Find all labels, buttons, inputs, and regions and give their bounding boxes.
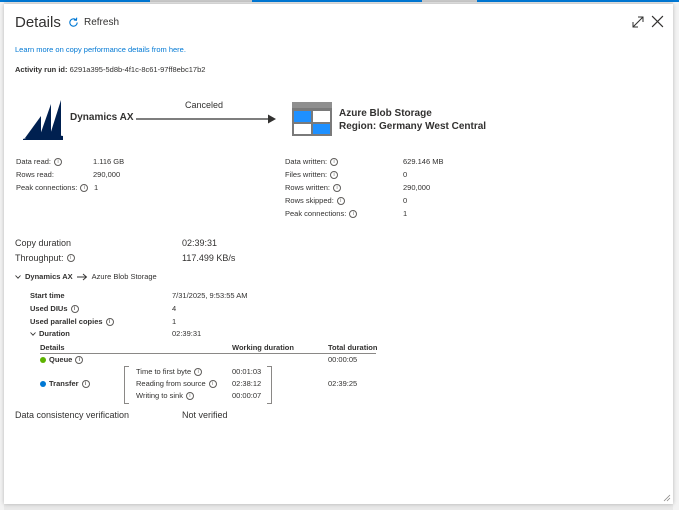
info-icon[interactable]: i (349, 209, 358, 218)
used-dius-label: Used DIUs i (30, 304, 79, 313)
table-header-working-duration: Working duration (232, 343, 294, 352)
writing-to-sink-value: 00:00:07 (232, 391, 262, 400)
chevron-down-icon (30, 331, 36, 336)
table-header-details: Details (40, 343, 65, 352)
info-icon[interactable]: i (80, 183, 89, 192)
source-name: Dynamics AX (70, 112, 134, 123)
refresh-label: Refresh (84, 17, 120, 28)
time-to-first-byte-label: Time to first byte i (136, 367, 203, 376)
info-icon[interactable]: i (336, 196, 345, 205)
stat-data-read-value: 1.116 GB (93, 157, 125, 166)
start-time-label: Start time (30, 291, 65, 300)
stat-rows-read-value: 290,000 (93, 170, 121, 179)
parallel-copies-value: 1 (172, 317, 177, 326)
data-consistency-label: Data consistency verification (15, 410, 130, 420)
transfer-row-label: Transfer i (40, 379, 90, 388)
stat-data-read: Data read: i (16, 157, 63, 166)
stat-rows-skipped: Rows skipped: i (285, 196, 345, 205)
queue-row-label: Queue i (40, 355, 84, 364)
throughput-value: 117.499 KB/s (182, 253, 236, 263)
queue-status-icon (40, 356, 46, 363)
info-icon[interactable]: i (81, 379, 90, 388)
info-icon[interactable]: i (333, 183, 342, 192)
info-icon[interactable]: i (54, 157, 63, 166)
info-icon[interactable]: i (66, 254, 75, 262)
transfer-bracket-right (267, 366, 272, 404)
table-header-total-duration: Total duration (328, 343, 378, 352)
section-source: Dynamics AX (25, 272, 73, 281)
info-icon[interactable]: i (330, 157, 339, 166)
stat-files-written-value: 0 (403, 170, 408, 179)
run-id-value: 6291a395-5d8b-4f1c-8c61-97ff8ebc17b2 (69, 65, 206, 74)
blob-storage-icon (292, 102, 332, 136)
run-id-label: Activity run id: (15, 65, 68, 74)
refresh-button[interactable]: Refresh (68, 17, 119, 28)
section-sink: Azure Blob Storage (91, 272, 157, 281)
activity-run-id: Activity run id: 6291a395-5d8b-4f1c-8c61… (15, 65, 205, 74)
info-icon[interactable]: i (185, 391, 194, 400)
dynamics-ax-logo (23, 100, 63, 140)
duration-value: 02:39:31 (172, 329, 202, 338)
stat-source-peak-connections: Peak connections: i (16, 183, 89, 192)
transfer-bracket-left (124, 366, 129, 404)
info-icon[interactable]: i (208, 379, 217, 388)
duration-toggle[interactable]: Duration (30, 329, 70, 338)
resize-grip-icon[interactable] (663, 494, 671, 502)
start-time-value: 7/31/2025, 9:53:55 AM (172, 291, 248, 300)
writing-to-sink-label: Writing to sink i (136, 391, 194, 400)
close-icon[interactable] (651, 15, 664, 28)
info-icon[interactable]: i (70, 304, 79, 313)
used-dius-value: 4 (172, 304, 177, 313)
data-consistency-value: Not verified (182, 410, 228, 420)
activity-section-toggle[interactable]: Dynamics AX Azure Blob Storage (15, 272, 157, 281)
stat-rows-written-value: 290,000 (403, 183, 431, 192)
learn-more-link[interactable]: Learn more on copy performance details f… (15, 45, 186, 54)
top-accent-bar (0, 0, 679, 2)
arrow-right-icon (76, 273, 87, 280)
parallel-copies-label: Used parallel copies i (30, 317, 114, 326)
info-icon[interactable]: i (330, 170, 339, 179)
stat-rows-skipped-value: 0 (403, 196, 408, 205)
sink-region: Region: Germany West Central (339, 121, 487, 132)
stat-source-peak-connections-value: 1 (94, 183, 99, 192)
stat-data-written-value: 629.146 MB (403, 157, 444, 166)
chevron-down-icon (15, 274, 21, 279)
throughput-label: Throughput: i (15, 253, 75, 263)
table-divider (40, 353, 376, 354)
time-to-first-byte-value: 00:01:03 (232, 367, 262, 376)
info-icon[interactable]: i (105, 317, 114, 326)
copy-duration-label: Copy duration (15, 238, 72, 248)
stat-sink-peak-connections-value: 1 (403, 209, 408, 218)
details-panel: Details Refresh Learn more on copy perfo… (4, 4, 673, 504)
panel-title: Details (15, 14, 61, 31)
stat-rows-read: Rows read: (16, 170, 54, 179)
transfer-status-icon (40, 380, 46, 387)
sink-info: Azure Blob Storage Region: Germany West … (339, 107, 486, 133)
reading-from-source-value: 02:38:12 (232, 379, 262, 388)
stat-rows-written: Rows written: i (285, 183, 342, 192)
transfer-total-duration: 02:39:25 (328, 379, 358, 388)
stat-data-written: Data written: i (285, 157, 339, 166)
reading-from-source-label: Reading from source i (136, 379, 217, 388)
info-icon[interactable]: i (75, 355, 84, 364)
queue-total-duration: 00:00:05 (328, 355, 358, 364)
copy-duration-value: 02:39:31 (182, 238, 218, 248)
refresh-icon (69, 17, 78, 27)
expand-icon[interactable] (632, 16, 644, 28)
stat-files-written: Files written: i (285, 170, 339, 179)
copy-status: Canceled (185, 100, 224, 110)
background-right-strip (673, 2, 679, 510)
arrow-right-icon (136, 114, 276, 124)
sink-name: Azure Blob Storage (339, 108, 432, 119)
stat-sink-peak-connections: Peak connections: i (285, 209, 358, 218)
info-icon[interactable]: i (194, 367, 203, 376)
